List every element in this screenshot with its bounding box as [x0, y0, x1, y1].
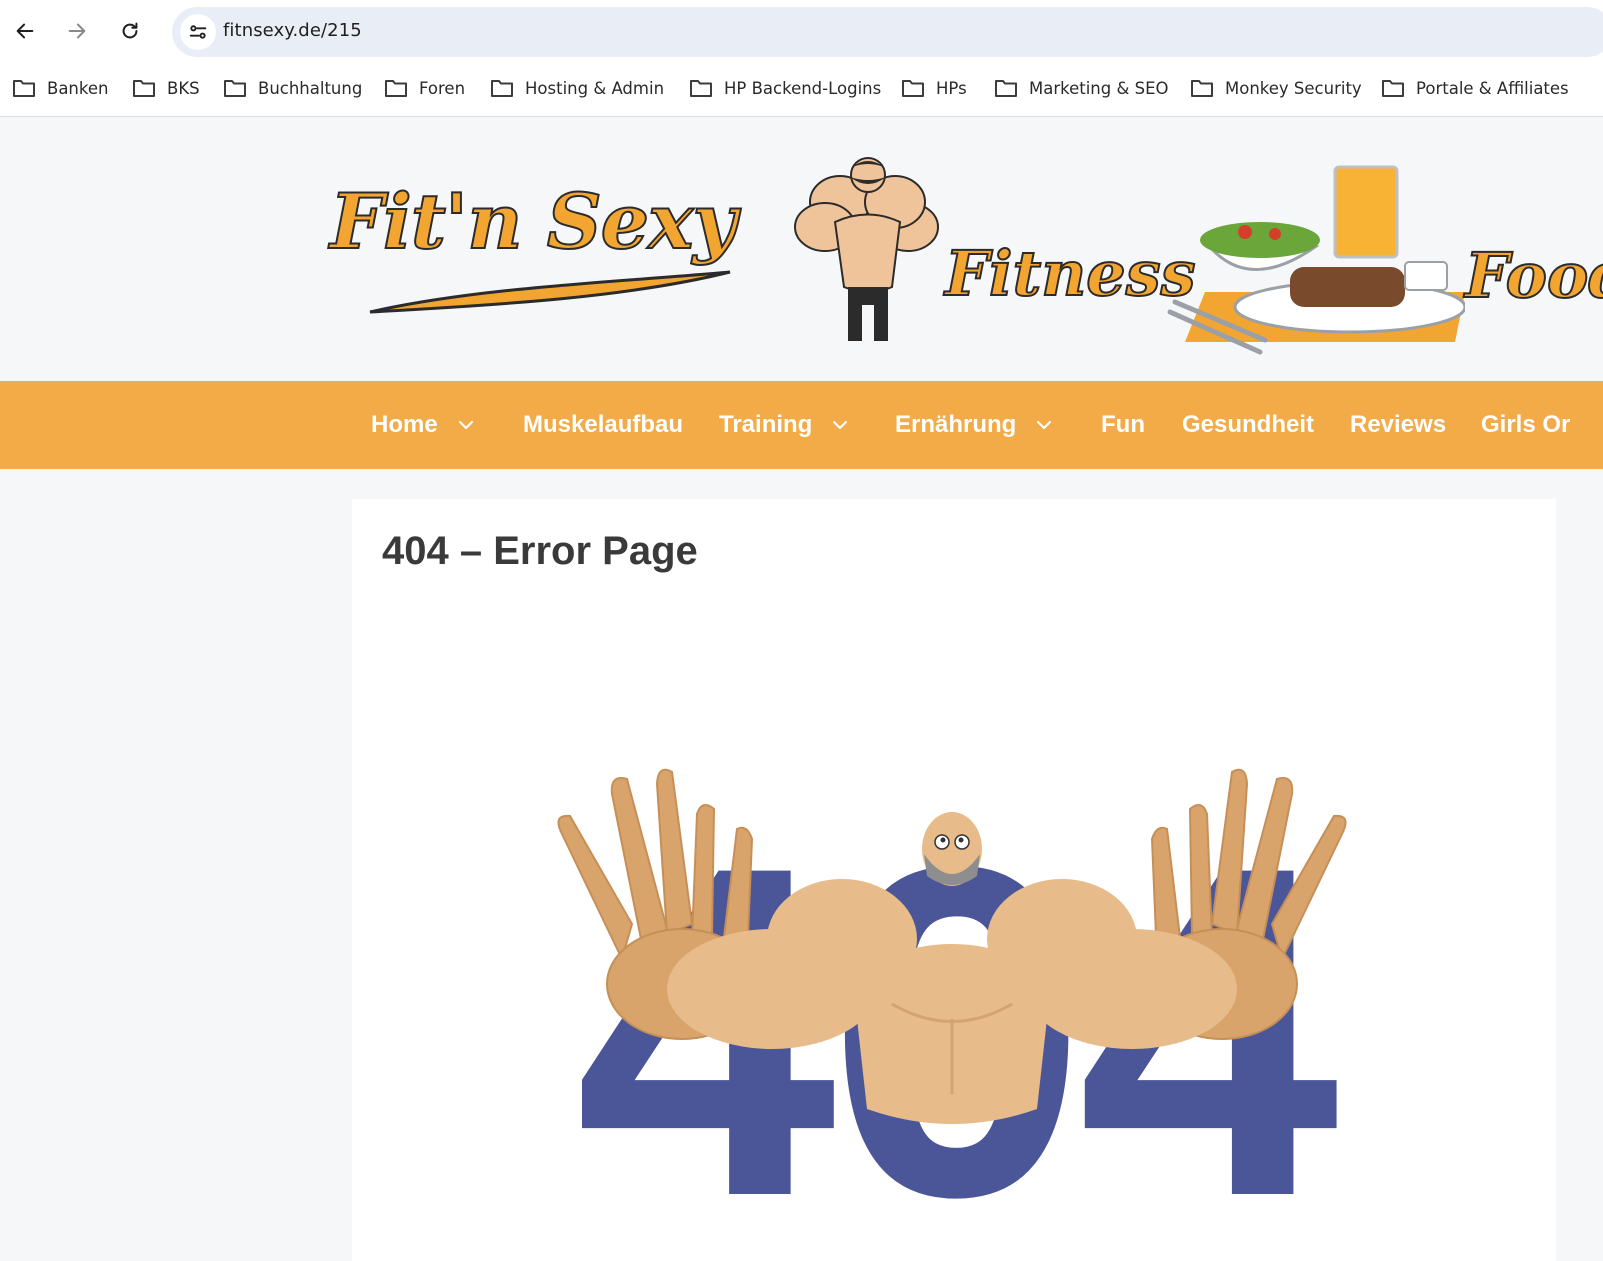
arrow-right-icon [68, 23, 86, 39]
tune-icon [189, 25, 207, 39]
nav-item-muskelaufbau[interactable]: Muskelaufbau [523, 409, 683, 441]
bookmark-folder[interactable]: HPs [901, 74, 967, 102]
nav-item-label: Muskelaufbau [523, 411, 684, 438]
nav-item-label: Fun [1101, 411, 1145, 438]
bookmark-folder[interactable]: BKS [132, 74, 200, 102]
nav-item-training[interactable]: Training [719, 409, 848, 441]
site-header: Fit'n Sexy Fitness Food [0, 117, 1603, 381]
browser-toolbar: fitnsexy.de/215 [0, 0, 1603, 62]
arrow-left-icon [16, 23, 34, 39]
chevron-down-icon [1037, 420, 1052, 430]
tagline-fitness: Fitness [944, 236, 1197, 311]
logo-swoosh [369, 270, 731, 314]
reload-button[interactable] [112, 13, 148, 49]
bookmark-folder[interactable]: Portale & Affiliates [1381, 74, 1569, 102]
page-title: 404 – Error Page [382, 529, 698, 573]
folder-icon [995, 80, 1017, 97]
nav-item-label: Reviews [1350, 411, 1447, 438]
folder-icon [224, 80, 246, 97]
logo-text: Fit'n Sexy [329, 176, 738, 267]
bookmark-folder[interactable]: Buchhaltung [223, 74, 362, 102]
url-text[interactable]: fitnsexy.de/215 [223, 20, 362, 41]
bookmark-label: Marketing & SEO [1029, 78, 1169, 98]
bookmark-folder[interactable]: HP Backend-Logins [689, 74, 881, 102]
bookmark-folder[interactable]: Marketing & SEO [994, 74, 1168, 102]
back-button[interactable] [7, 13, 43, 49]
bookmark-label: Foren [419, 78, 466, 98]
bookmarks-bar: Banken BKS Buchhaltung Foren Hosting & A… [0, 62, 1603, 117]
chevron-down-icon [833, 420, 848, 430]
bookmark-label: Buchhaltung [258, 78, 363, 98]
folder-icon [902, 80, 924, 97]
address-bar[interactable]: fitnsexy.de/215 [172, 7, 1603, 57]
bookmark-label: HPs [936, 78, 967, 98]
strongman-mascot [794, 157, 939, 341]
folder-icon [13, 80, 35, 97]
bookmark-label: Monkey Security [1225, 78, 1362, 98]
bookmark-folder[interactable]: Monkey Security [1190, 74, 1362, 102]
nav-item-home[interactable]: Home [371, 409, 474, 441]
folder-icon [1191, 80, 1213, 97]
folder-icon [1382, 80, 1404, 97]
nav-item-label: Ernährung [895, 411, 1017, 438]
bookmark-folder[interactable]: Foren [384, 74, 465, 102]
nav-item-ernaehrung[interactable]: Ernährung [895, 409, 1052, 441]
bookmark-folder[interactable]: Hosting & Admin [490, 74, 664, 102]
nav-item-girls-only[interactable]: Girls Or [1481, 409, 1570, 441]
nav-item-gesundheit[interactable]: Gesundheit [1182, 409, 1314, 441]
nav-item-label: Gesundheit [1182, 411, 1315, 438]
nav-item-label: Training [719, 411, 813, 438]
main-navigation: Home Muskelaufbau Training Ernährung Fun… [0, 381, 1603, 469]
nav-item-label: Girls Or [1481, 411, 1571, 438]
content-area: 404 – Error Page 404 [352, 499, 1556, 1261]
bookmark-folder[interactable]: Banken [12, 74, 108, 102]
bookmark-label: Hosting & Admin [525, 78, 665, 98]
reload-icon [122, 22, 138, 39]
forward-button[interactable] [59, 13, 95, 49]
food-plate-illustration [1167, 165, 1465, 355]
tagline-food: Food [1464, 238, 1603, 313]
nav-item-label: Home [371, 411, 438, 438]
nav-item-fun[interactable]: Fun [1101, 409, 1145, 441]
site-info-button[interactable] [180, 14, 216, 50]
bookmark-label: Portale & Affiliates [1416, 78, 1569, 98]
bookmark-label: Banken [47, 78, 109, 98]
chevron-down-icon [458, 420, 473, 430]
bookmark-label: HP Backend-Logins [724, 78, 882, 98]
error-404-illustration: 404 [557, 768, 1352, 1214]
folder-icon [133, 80, 155, 97]
nav-item-reviews[interactable]: Reviews [1350, 409, 1446, 441]
bookmark-label: BKS [167, 78, 200, 98]
folder-icon [385, 80, 407, 97]
folder-icon [690, 80, 712, 97]
folder-icon [491, 80, 513, 97]
